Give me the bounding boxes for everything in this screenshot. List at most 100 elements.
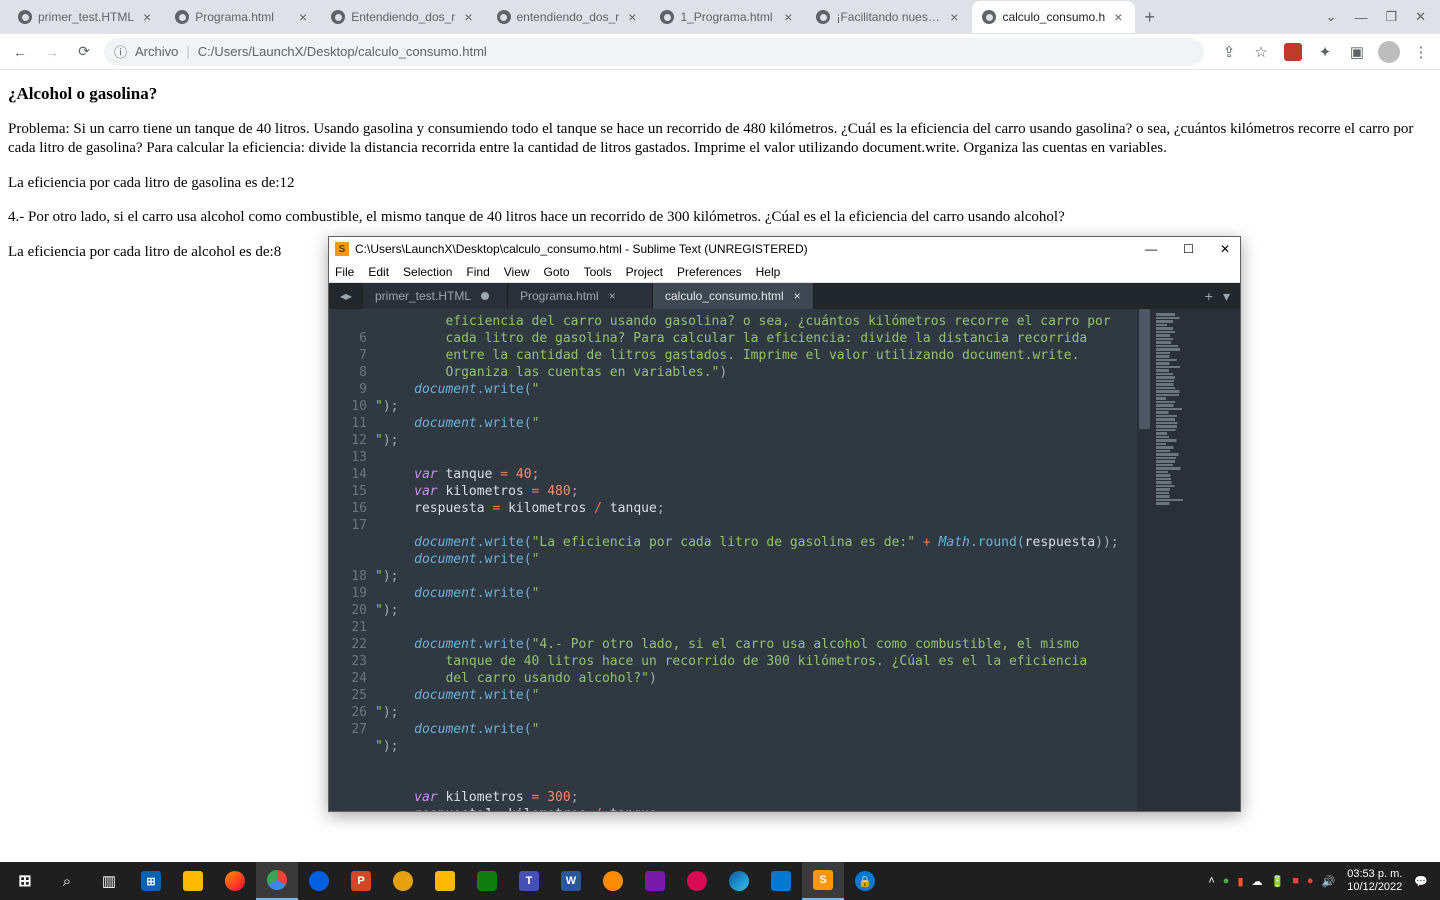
tab-title: 1_Programa.html xyxy=(680,10,775,24)
forward-button[interactable]: → xyxy=(40,40,64,64)
menu-edit[interactable]: Edit xyxy=(368,265,389,279)
close-icon[interactable]: × xyxy=(1111,9,1125,25)
sidepanel-icon[interactable]: ▣ xyxy=(1346,41,1368,63)
security-icon[interactable]: 🔒 xyxy=(844,862,886,900)
menu-goto[interactable]: Goto xyxy=(544,265,570,279)
close-icon[interactable]: × xyxy=(461,9,475,25)
menu-help[interactable]: Help xyxy=(756,265,781,279)
tab-dropdown-icon[interactable]: ▾ xyxy=(1223,288,1230,305)
new-tab-icon[interactable]: + xyxy=(1205,288,1213,304)
extensions-icon[interactable]: ✦ xyxy=(1314,41,1336,63)
menu-view[interactable]: View xyxy=(504,265,530,279)
app-green-icon[interactable] xyxy=(466,862,508,900)
clock-date: 10/12/2022 xyxy=(1347,881,1402,894)
edge-icon[interactable] xyxy=(718,862,760,900)
back-button[interactable]: ← xyxy=(8,40,32,64)
toolbar-right: ⇪ ☆ ✦ ▣ ⋮ xyxy=(1218,41,1432,63)
close-icon[interactable]: × xyxy=(625,9,639,25)
new-tab-button[interactable]: + xyxy=(1136,3,1163,32)
sublime-tab-programa[interactable]: Programa.html× xyxy=(508,283,653,309)
menu-preferences[interactable]: Preferences xyxy=(677,265,742,279)
tray-icon[interactable]: ● xyxy=(1223,875,1230,887)
firefox-icon[interactable] xyxy=(214,862,256,900)
clock[interactable]: 03:53 p. m. 10/12/2022 xyxy=(1347,868,1402,893)
app-icon[interactable] xyxy=(592,862,634,900)
app-icon[interactable] xyxy=(634,862,676,900)
minimize-icon[interactable]: — xyxy=(1141,240,1161,258)
battery-icon[interactable]: 🔋 xyxy=(1271,875,1285,888)
taskview-button[interactable]: ▥ xyxy=(88,862,130,900)
notifications-icon[interactable]: 💬 xyxy=(1414,875,1428,888)
plex-icon[interactable] xyxy=(382,862,424,900)
start-button[interactable]: ⊞ xyxy=(4,862,46,900)
minimap[interactable] xyxy=(1152,309,1240,811)
close-icon[interactable]: × xyxy=(140,9,154,25)
close-icon[interactable]: × xyxy=(296,9,310,25)
close-icon[interactable]: × xyxy=(947,9,961,25)
bookmark-icon[interactable]: ☆ xyxy=(1250,41,1272,63)
tab-entendiendo-1[interactable]: Entendiendo_dos_r × xyxy=(321,1,485,33)
scrollbar-vertical[interactable] xyxy=(1137,309,1152,811)
tab-nav-arrows[interactable]: ◂▸ xyxy=(329,283,363,309)
reload-button[interactable]: ⟳ xyxy=(72,40,96,64)
tab-primer-test[interactable]: primer_test.HTML× xyxy=(8,1,164,33)
close-icon[interactable]: ✕ xyxy=(1216,240,1234,258)
tray-icon[interactable]: ■ xyxy=(1292,875,1299,887)
profile-avatar[interactable] xyxy=(1378,41,1400,63)
menu-selection[interactable]: Selection xyxy=(403,265,452,279)
info-icon: ⓘ xyxy=(114,42,127,61)
menu-project[interactable]: Project xyxy=(626,265,663,279)
folder-icon[interactable] xyxy=(424,862,466,900)
sublime-titlebar[interactable]: S C:\Users\LaunchX\Desktop\calculo_consu… xyxy=(329,237,1240,261)
separator: | xyxy=(186,44,189,59)
url-text: C:/Users/LaunchX/Desktop/calculo_consumo… xyxy=(198,44,487,59)
modified-indicator-icon xyxy=(481,292,489,300)
vscode-icon[interactable] xyxy=(760,862,802,900)
chrome-window-controls: ⌄ — ❐ ✕ xyxy=(1312,0,1440,34)
explorer-icon[interactable] xyxy=(172,862,214,900)
maximize-icon[interactable]: ❐ xyxy=(1385,9,1397,25)
search-button[interactable]: ⌕ xyxy=(46,862,88,900)
tray-icon[interactable]: ▮ xyxy=(1237,875,1243,888)
sublime-tab-calculo[interactable]: calculo_consumo.html× xyxy=(653,283,814,309)
page-title: ¿Alcohol o gasolina? xyxy=(8,84,1432,104)
editor-body: 67891011121314151617 1819202122232425262… xyxy=(329,309,1240,811)
tab-entendiendo-2[interactable]: entendiendo_dos_r× xyxy=(487,1,650,33)
menu-tools[interactable]: Tools xyxy=(584,265,612,279)
calculator-icon[interactable]: ⊞ xyxy=(130,862,172,900)
volume-icon[interactable]: 🔊 xyxy=(1322,875,1336,888)
tray-chevron-icon[interactable]: ˄ xyxy=(1208,875,1214,887)
tab-title: Entendiendo_dos_r xyxy=(351,10,455,24)
share-icon[interactable]: ⇪ xyxy=(1218,41,1240,63)
code-editor[interactable]: eficiencia del carro usando gasolina? o … xyxy=(375,309,1137,811)
tab-label: primer_test.HTML xyxy=(375,289,471,303)
sublime-icon[interactable]: S xyxy=(802,862,844,900)
sublime-tab-primer[interactable]: primer_test.HTML xyxy=(363,283,508,309)
tab-programa[interactable]: Programa.html× xyxy=(165,1,320,33)
close-icon[interactable]: × xyxy=(609,289,616,303)
menu-file[interactable]: File xyxy=(335,265,354,279)
teams-icon[interactable]: T xyxy=(508,862,550,900)
menu-icon[interactable]: ⋮ xyxy=(1410,41,1432,63)
scrollbar-thumb[interactable] xyxy=(1139,309,1150,429)
maximize-icon[interactable]: ☐ xyxy=(1179,240,1198,258)
url-input[interactable]: ⓘ Archivo | C:/Users/LaunchX/Desktop/cal… xyxy=(104,38,1204,66)
tab-facilitando[interactable]: ¡Facilitando nuestra× xyxy=(806,1,971,33)
ublock-icon[interactable] xyxy=(1282,41,1304,63)
onedrive-icon[interactable]: ☁ xyxy=(1252,875,1263,888)
minimize-icon[interactable]: — xyxy=(1354,10,1367,25)
tab-calculo-consumo[interactable]: calculo_consumo.h× xyxy=(972,1,1135,33)
powerpoint-icon[interactable]: P xyxy=(340,862,382,900)
tray-icon[interactable]: ● xyxy=(1307,875,1314,887)
close-icon[interactable]: × xyxy=(794,289,801,303)
debian-icon[interactable] xyxy=(676,862,718,900)
close-icon[interactable]: ✕ xyxy=(1415,9,1426,25)
tab-1-programa[interactable]: 1_Programa.html × xyxy=(650,1,805,33)
firefox-dev-icon[interactable] xyxy=(298,862,340,900)
menu-find[interactable]: Find xyxy=(466,265,489,279)
word-icon[interactable]: W xyxy=(550,862,592,900)
question-alcohol: 4.- Por otro lado, si el carro usa alcoh… xyxy=(8,208,1432,227)
close-icon[interactable]: × xyxy=(781,9,795,25)
chrome-icon[interactable] xyxy=(256,862,298,900)
chevron-down-icon[interactable]: ⌄ xyxy=(1326,9,1337,25)
